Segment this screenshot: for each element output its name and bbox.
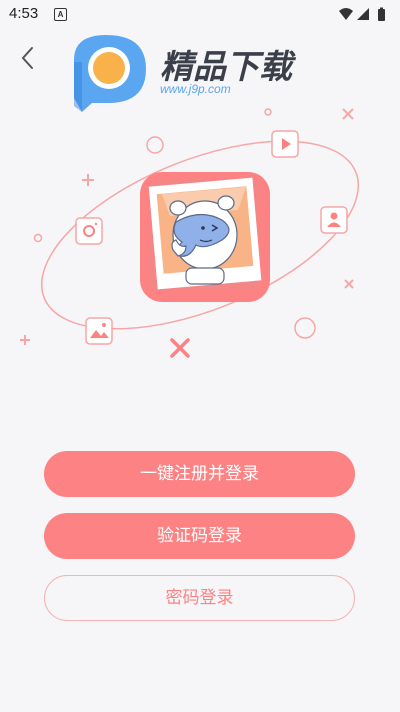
chevron-left-icon [21, 47, 33, 69]
status-time: 4:53 [9, 5, 39, 22]
brand-url: www.j9p.com [160, 82, 231, 96]
one-click-register-button[interactable]: 一键注册并登录 [44, 451, 355, 497]
user-icon [320, 206, 348, 234]
back-button[interactable] [14, 44, 42, 72]
status-icons [339, 7, 385, 21]
play-icon [271, 130, 299, 158]
sparkle-icon [344, 279, 354, 289]
battery-icon [378, 7, 385, 21]
sparkle-icon [82, 174, 94, 186]
notification-badge: A [54, 8, 67, 21]
sparkle-icon [20, 335, 30, 345]
bubble [146, 136, 164, 154]
bubble [294, 317, 316, 339]
sparkle-icon [170, 338, 190, 358]
signal-icon [357, 8, 369, 20]
password-login-button[interactable]: 密码登录 [44, 575, 355, 621]
camera-icon [75, 217, 103, 245]
image-icon [85, 317, 113, 345]
wifi-icon [339, 8, 353, 20]
bubble [33, 233, 43, 243]
mascot-photo-frame [140, 172, 270, 302]
brand-title: 精品下载 [160, 47, 292, 86]
sparkle-icon [342, 108, 354, 120]
login-illustration [20, 108, 360, 358]
bubble [264, 108, 272, 116]
status-bar: 4:53 A [0, 0, 400, 28]
sms-login-button[interactable]: 验证码登录 [44, 513, 355, 559]
